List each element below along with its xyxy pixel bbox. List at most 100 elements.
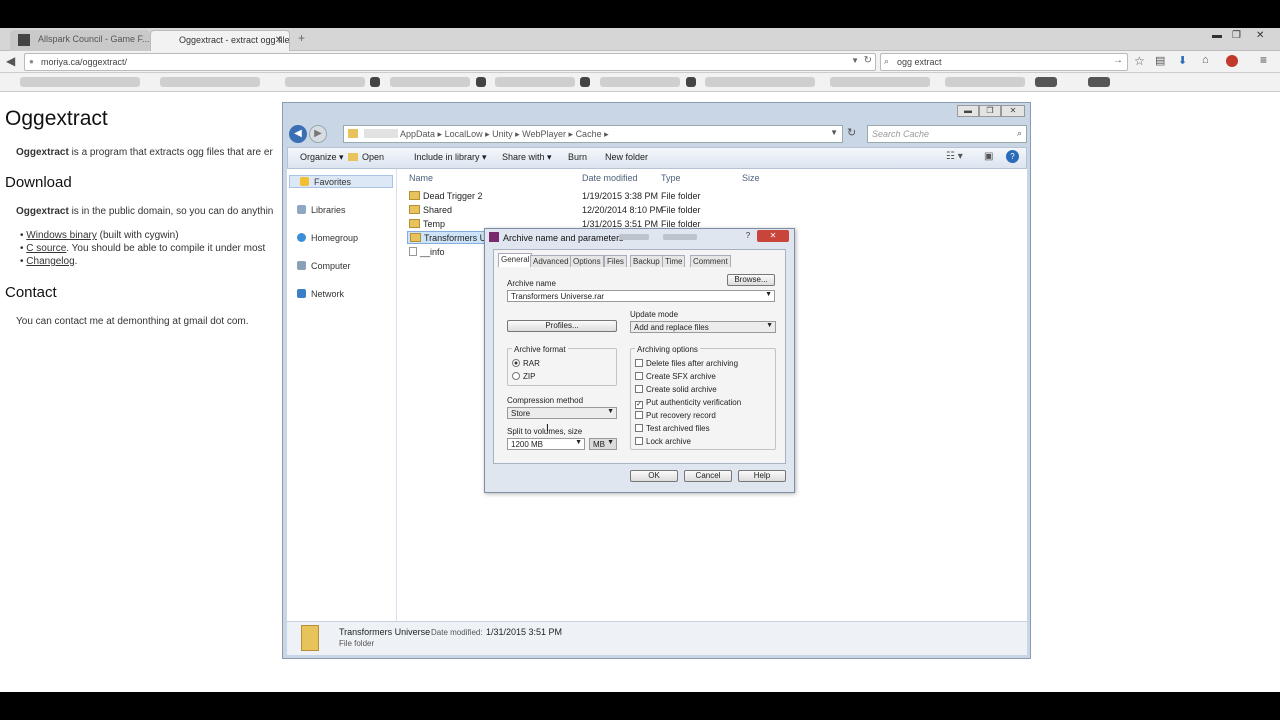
breadcrumb-item[interactable]: Unity xyxy=(492,129,513,139)
option-solid-archive-checkbox[interactable]: Create solid archive xyxy=(635,385,717,394)
file-row-selected[interactable]: Transformers Unive xyxy=(407,231,487,244)
minimize-icon[interactable]: ▬ xyxy=(1212,30,1222,41)
tab-files[interactable]: Files xyxy=(604,255,627,267)
help-button[interactable]: Help xyxy=(738,470,786,482)
bookmark-star-icon[interactable]: ☆ xyxy=(1134,54,1145,68)
close-icon[interactable]: ✕ xyxy=(757,230,789,242)
option-delete-files-checkbox[interactable]: Delete files after archiving xyxy=(635,359,738,368)
help-icon[interactable]: ? xyxy=(1006,150,1019,163)
breadcrumb-item[interactable]: AppData xyxy=(400,129,435,139)
search-input[interactable]: Search Cache ⌕ xyxy=(867,125,1027,143)
column-header-date[interactable]: Date modified xyxy=(582,173,638,183)
refresh-icon[interactable]: ↻ xyxy=(847,126,856,139)
option-recovery-record-checkbox[interactable]: Put recovery record xyxy=(635,411,716,420)
bookmark-item[interactable] xyxy=(1035,77,1057,87)
organize-button[interactable]: Organize ▾ xyxy=(300,152,344,163)
ok-button[interactable]: OK xyxy=(630,470,678,482)
file-row[interactable]: Temp xyxy=(409,219,445,229)
option-authenticity-checkbox[interactable]: ✓ Put authenticity verification xyxy=(635,398,741,409)
maximize-button[interactable]: ❐ xyxy=(979,105,1001,117)
bookmark-item[interactable] xyxy=(830,77,930,87)
profiles-button[interactable]: Profiles... xyxy=(507,320,617,332)
windows-binary-link[interactable]: Windows binary xyxy=(26,230,97,241)
bookmark-item[interactable] xyxy=(945,77,1025,87)
tab-comment[interactable]: Comment xyxy=(690,255,731,267)
chevron-down-icon[interactable]: ▼ xyxy=(607,439,614,446)
close-window-icon[interactable]: ✕ xyxy=(1256,30,1264,41)
close-button[interactable]: ✕ xyxy=(1001,105,1025,117)
tab-general[interactable]: General xyxy=(498,253,533,267)
burn-button[interactable]: Burn xyxy=(568,152,587,162)
format-zip-radio[interactable]: ZIP xyxy=(512,372,535,381)
minimize-button[interactable]: ▬ xyxy=(957,105,979,117)
browser-tab-allspark[interactable]: Allspark Council - Game F... xyxy=(10,30,150,51)
nav-item-libraries[interactable]: Libraries xyxy=(297,205,346,215)
back-arrow-icon[interactable]: ◀ xyxy=(289,125,307,143)
bookmark-item[interactable] xyxy=(600,77,680,87)
include-in-library-button[interactable]: Include in library ▾ xyxy=(414,152,487,163)
bookmark-item[interactable] xyxy=(20,77,140,87)
option-lock-archive-checkbox[interactable]: Lock archive xyxy=(635,437,691,446)
file-row[interactable]: __info xyxy=(409,247,445,257)
bookmark-item[interactable] xyxy=(1088,77,1110,87)
menu-icon[interactable]: ≡ xyxy=(1260,53,1267,67)
back-arrow-icon[interactable]: ◀ xyxy=(6,54,15,68)
download-icon[interactable]: ⬇ xyxy=(1178,54,1187,67)
bookmark-item[interactable] xyxy=(476,77,486,87)
nav-item-computer[interactable]: Computer xyxy=(297,261,351,271)
archive-name-field[interactable]: Transformers Universe.rar ▼ xyxy=(507,290,775,302)
bookmark-item[interactable] xyxy=(495,77,575,87)
view-options-icon[interactable]: ☷ ▾ xyxy=(946,151,963,162)
breadcrumb-item[interactable]: WebPlayer xyxy=(522,129,566,139)
restore-icon[interactable]: ❐ xyxy=(1232,30,1241,41)
nav-item-network[interactable]: Network xyxy=(297,289,344,299)
update-mode-select[interactable]: Add and replace files ▼ xyxy=(630,321,776,333)
browser-tab-oggextract[interactable]: Oggextract - extract ogg files fr... ✕ xyxy=(150,30,290,51)
bookmark-item[interactable] xyxy=(580,77,590,87)
nav-item-homegroup[interactable]: Homegroup xyxy=(297,233,358,243)
option-test-files-checkbox[interactable]: Test archived files xyxy=(635,424,710,433)
browse-button[interactable]: Browse... xyxy=(727,274,775,286)
forward-arrow-icon[interactable]: ▶ xyxy=(309,125,327,143)
split-unit-select[interactable]: MB ▼ xyxy=(589,438,617,450)
bookmark-item[interactable] xyxy=(285,77,365,87)
breadcrumb-item[interactable]: Cache xyxy=(576,129,602,139)
chevron-down-icon[interactable]: ▼ xyxy=(765,291,772,298)
bookmark-item[interactable] xyxy=(705,77,815,87)
format-rar-radio[interactable]: RAR xyxy=(512,359,540,368)
changelog-link[interactable]: Changelog xyxy=(26,256,74,267)
chevron-down-icon[interactable]: ▼ xyxy=(607,408,614,415)
breadcrumb-item[interactable]: LocalLow xyxy=(445,129,483,139)
cancel-button[interactable]: Cancel xyxy=(684,470,732,482)
column-header-name[interactable]: Name xyxy=(409,173,433,183)
breadcrumb[interactable]: AppData ▸ LocalLow ▸ Unity ▸ WebPlayer ▸… xyxy=(343,125,843,143)
bookmark-item[interactable] xyxy=(686,77,696,87)
column-header-size[interactable]: Size xyxy=(742,173,760,183)
split-size-field[interactable]: 1200 MB ▼ xyxy=(507,438,585,450)
file-row[interactable]: Shared xyxy=(409,205,452,215)
chevron-down-icon[interactable]: ▼ xyxy=(830,128,838,137)
chevron-down-icon[interactable]: ▼ xyxy=(766,322,773,329)
new-tab-icon[interactable]: + xyxy=(298,31,305,45)
column-header-type[interactable]: Type xyxy=(661,173,681,183)
option-create-sfx-checkbox[interactable]: Create SFX archive xyxy=(635,372,716,381)
addon-icon[interactable] xyxy=(1226,55,1238,67)
bookmark-item[interactable] xyxy=(160,77,260,87)
go-arrow-icon[interactable]: → xyxy=(1113,55,1123,66)
open-button[interactable]: Open xyxy=(348,152,384,162)
search-bar[interactable]: ⌕ ogg extract → xyxy=(880,53,1128,71)
reload-icon[interactable]: ↻ xyxy=(864,55,872,66)
help-icon[interactable]: ? xyxy=(741,231,755,242)
tab-options[interactable]: Options xyxy=(570,255,604,267)
share-with-button[interactable]: Share with ▾ xyxy=(502,152,552,163)
home-icon[interactable]: ⌂ xyxy=(1202,54,1209,66)
chevron-down-icon[interactable]: ▼ xyxy=(575,439,582,446)
c-source-link[interactable]: C source xyxy=(26,243,66,254)
tab-backup[interactable]: Backup xyxy=(630,255,663,267)
tab-time[interactable]: Time xyxy=(662,255,686,267)
tab-advanced[interactable]: Advanced xyxy=(530,255,572,267)
compression-select[interactable]: Store ▼ xyxy=(507,407,617,419)
dropdown-arrow-icon[interactable]: ▼ xyxy=(851,56,859,65)
bookmark-item[interactable] xyxy=(390,77,470,87)
new-folder-button[interactable]: New folder xyxy=(605,152,648,162)
